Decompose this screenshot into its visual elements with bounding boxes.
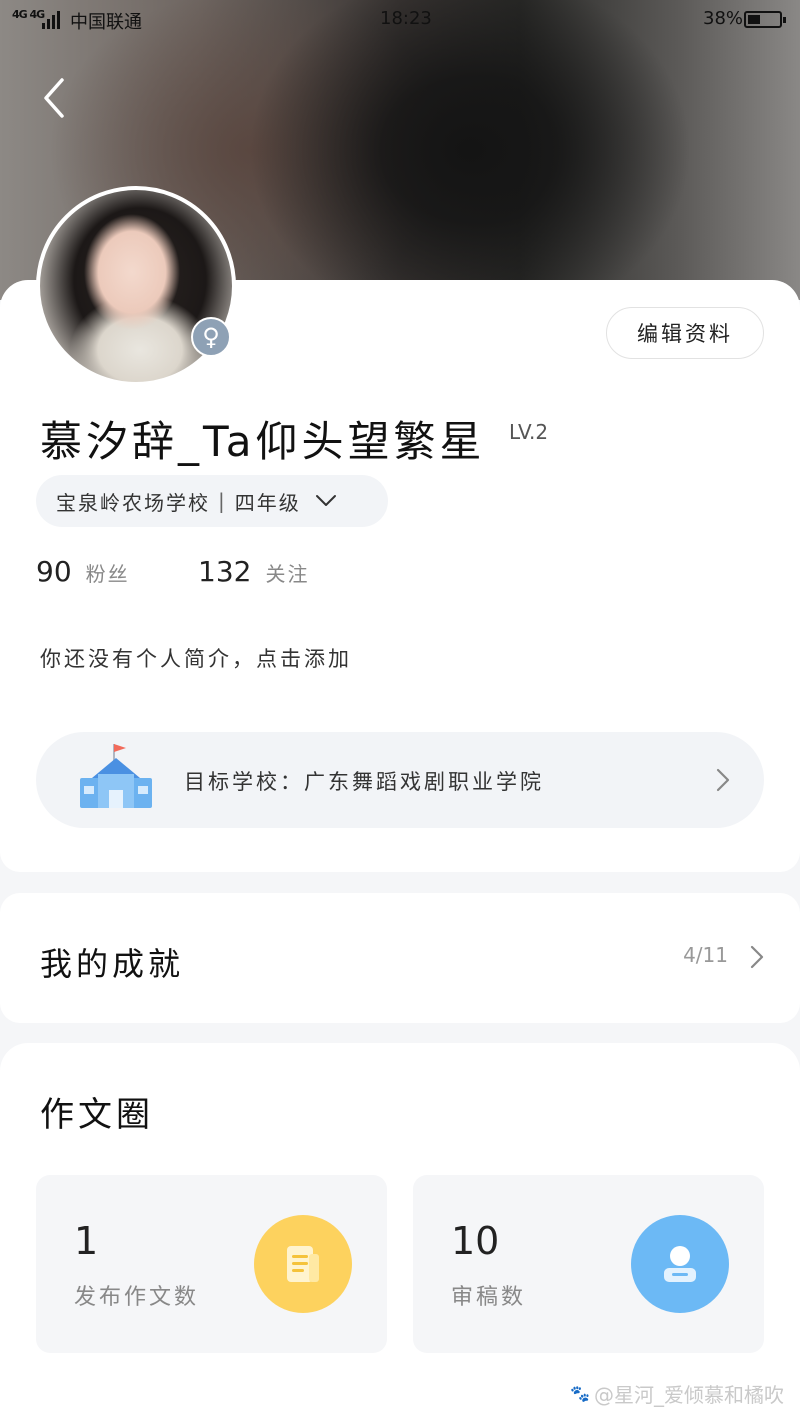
reviewer-icon [631,1215,729,1313]
following-label: 关注 [265,562,310,586]
separator: | [218,489,227,513]
followers-stat[interactable]: 90 粉丝 [36,555,130,588]
following-count: 132 [198,555,252,588]
following-stat[interactable]: 132 关注 [198,555,309,588]
status-bar: 4G 4G 中国联通 18:23 38% [0,0,800,40]
nickname: 慕汐辞_Ta仰头望繁星 [40,417,486,466]
chevron-right-icon [750,945,764,969]
achievements-progress: 4/11 [683,943,728,967]
school-name: 宝泉岭农场学校 [56,490,210,515]
female-gender-icon: ♀ [191,317,231,357]
target-school-row[interactable]: 目标学校：广东舞蹈戏剧职业学院 [36,732,764,828]
watermark-text: @星河_爱倾慕和橘吹 [594,1383,784,1407]
followers-count: 90 [36,555,72,588]
chevron-down-icon [315,495,336,506]
target-school-label: 目标学校：广东舞蹈戏剧职业学院 [184,770,544,794]
network-type: 4G 4G [12,8,45,21]
essay-circle-card: 作文圈 1 发布作文数 10 审稿数 [0,1043,800,1422]
reviews-tile[interactable]: 10 审稿数 [413,1175,764,1353]
grade-name: 四年级 [234,490,301,515]
watermark: 🐾 @星河_爱倾慕和橘吹 [570,1379,784,1408]
published-essays-tile[interactable]: 1 发布作文数 [36,1175,387,1353]
paw-icon: 🐾 [570,1384,590,1403]
achievements-card[interactable]: 我的成就 4/11 [0,893,800,1023]
reviews-count: 10 [451,1219,500,1263]
document-icon [254,1215,352,1313]
battery-icon [744,11,786,28]
school-grade-selector[interactable]: 宝泉岭农场学校 | 四年级 [36,475,388,527]
signal-strength-icon [42,9,60,29]
chevron-right-icon [716,768,730,792]
carrier-name: 中国联通 [70,12,142,33]
followers-label: 粉丝 [85,562,130,586]
published-essays-count: 1 [74,1219,99,1263]
essay-circle-title: 作文圈 [40,1095,154,1135]
chevron-left-icon [44,78,64,118]
clock: 18:23 [380,8,432,29]
achievements-title: 我的成就 [40,945,185,983]
bio-placeholder[interactable]: 你还没有个人简介，点击添加 [40,643,352,673]
level-badge: LV.2 [509,420,549,444]
back-button[interactable] [36,76,76,120]
battery-percent: 38% [703,8,744,29]
reviews-label: 审稿数 [451,1285,527,1310]
edit-profile-button[interactable]: 编辑资料 [606,307,764,359]
school-building-icon [80,744,152,808]
published-essays-label: 发布作文数 [74,1285,200,1310]
